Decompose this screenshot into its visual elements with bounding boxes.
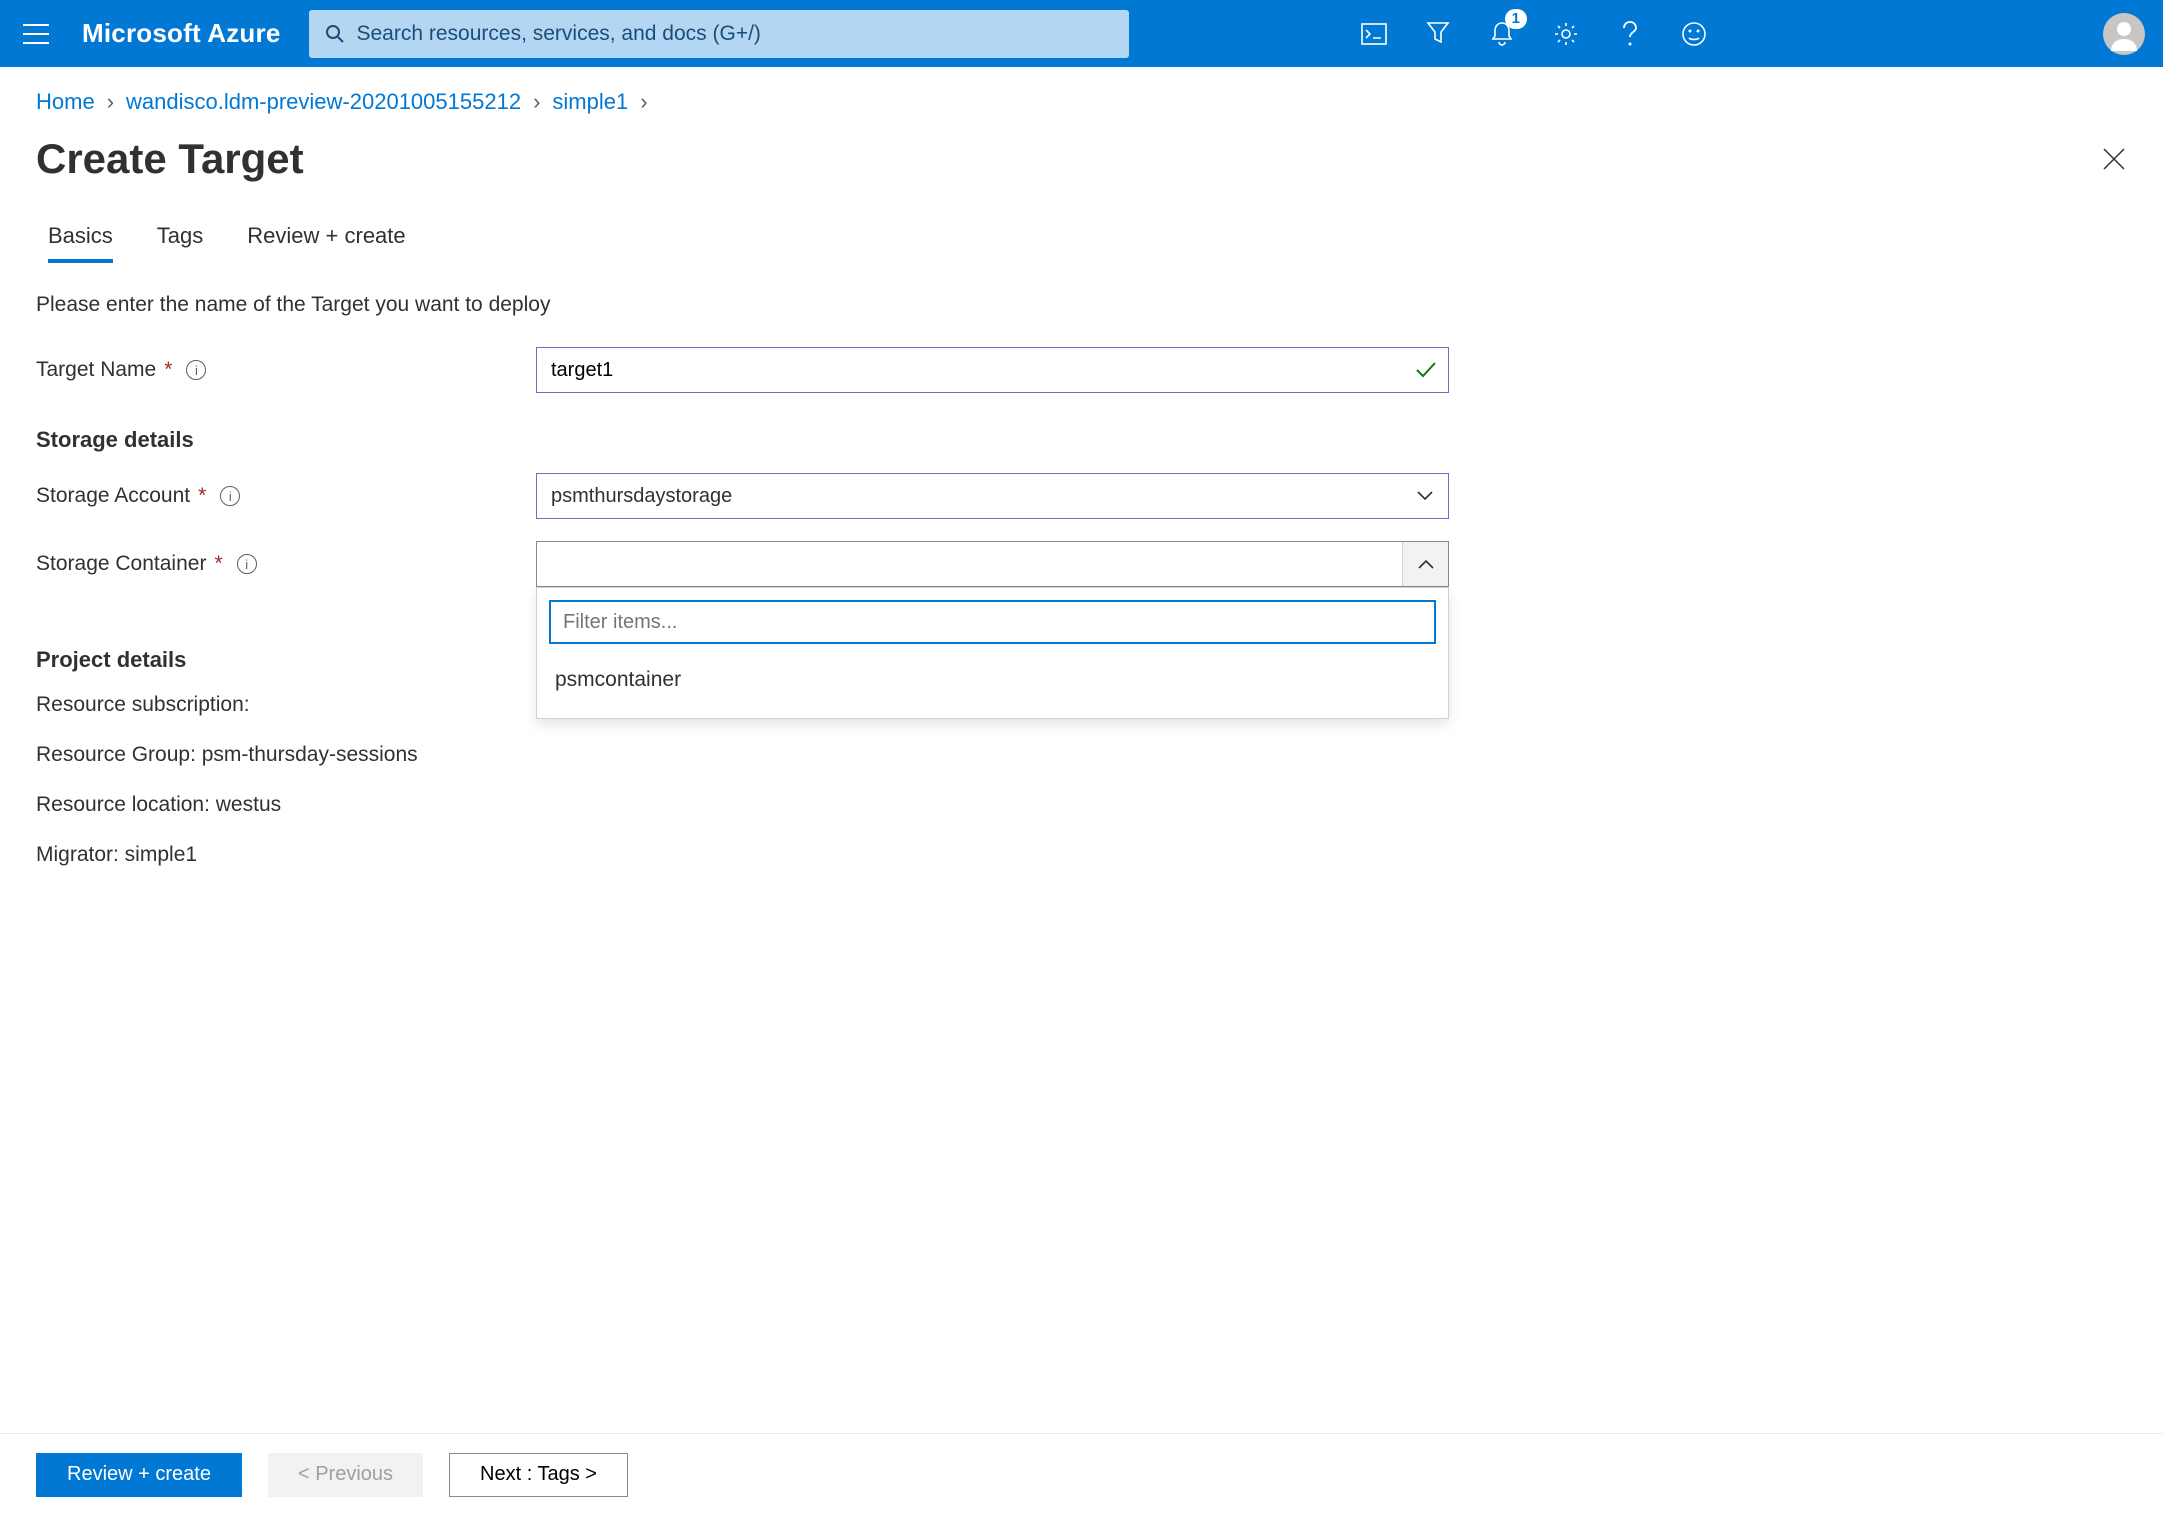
storage-container-label: Storage Container * i [36,552,536,576]
page-title: Create Target [36,135,304,183]
cloud-shell-icon [1361,23,1387,45]
next-button[interactable]: Next : Tags > [449,1453,628,1497]
topbar: Microsoft Azure 1 [0,0,2163,67]
chevron-right-icon: › [107,89,114,115]
search-input[interactable] [357,22,1113,46]
close-icon [2101,146,2127,172]
target-name-row: Target Name * i [36,347,2127,393]
cloud-shell-button[interactable] [1359,19,1389,49]
user-avatar[interactable] [2103,13,2145,55]
info-icon[interactable]: i [237,554,257,574]
notifications-button[interactable]: 1 [1487,19,1517,49]
breadcrumb: Home › wandisco.ldm-preview-202010051552… [0,67,2163,125]
target-name-label: Target Name * i [36,358,536,382]
search-icon [325,24,345,44]
help-button[interactable] [1615,19,1645,49]
target-name-input[interactable] [536,347,1449,393]
chevron-right-icon: › [533,89,540,115]
previous-button: < Previous [268,1453,423,1497]
settings-button[interactable] [1551,19,1581,49]
migrator-line: Migrator: simple1 [36,843,2127,867]
required-indicator: * [198,484,206,508]
storage-container-select[interactable] [536,541,1449,587]
resource-group-line: Resource Group: psm-thursday-sessions [36,743,2127,767]
target-name-input-wrap [536,347,1449,393]
breadcrumb-home[interactable]: Home [36,89,95,115]
storage-account-label: Storage Account * i [36,484,536,508]
global-search[interactable] [309,10,1129,58]
hamburger-icon [23,24,49,44]
feedback-button[interactable] [1679,19,1709,49]
help-icon [1622,20,1638,48]
footer: Review + create < Previous Next : Tags > [0,1433,2163,1515]
nav-hamburger[interactable] [18,16,54,52]
storage-account-select-wrap: psmthursdaystorage [536,473,1449,519]
dropdown-filter-input[interactable] [549,600,1436,644]
storage-details-heading: Storage details [36,427,2127,453]
tab-tags[interactable]: Tags [157,223,203,263]
resource-location-line: Resource location: westus [36,793,2127,817]
dropdown-option-psmcontainer[interactable]: psmcontainer [549,654,1436,706]
page-header: Create Target [0,125,2163,223]
chevron-right-icon: › [640,89,647,115]
chevron-down-icon [1416,490,1434,502]
tab-review-create[interactable]: Review + create [247,223,405,263]
brand-label[interactable]: Microsoft Azure [82,18,281,49]
chevron-up-icon [1417,558,1435,570]
form-content: Please enter the name of the Target you … [0,293,2163,867]
close-button[interactable] [2101,146,2127,172]
review-create-button[interactable]: Review + create [36,1453,242,1497]
tabs: Basics Tags Review + create [0,223,2163,263]
info-icon[interactable]: i [186,360,206,380]
directory-filter-button[interactable] [1423,19,1453,49]
instruction-text: Please enter the name of the Target you … [36,293,2127,317]
required-indicator: * [214,552,222,576]
storage-account-select[interactable]: psmthursdaystorage [536,473,1449,519]
gear-icon [1553,21,1579,47]
storage-account-value: psmthursdaystorage [551,485,732,508]
breadcrumb-simple1[interactable]: simple1 [552,89,628,115]
storage-container-select-wrap: psmcontainer [536,541,1449,587]
storage-account-row: Storage Account * i psmthursdaystorage [36,473,2127,519]
breadcrumb-resource[interactable]: wandisco.ldm-preview-20201005155212 [126,89,521,115]
select-caret[interactable] [1402,542,1448,586]
required-indicator: * [164,358,172,382]
storage-container-dropdown: psmcontainer [536,587,1449,719]
tab-basics[interactable]: Basics [48,223,113,263]
info-icon[interactable]: i [220,486,240,506]
storage-container-row: Storage Container * i psmcontainer [36,541,2127,587]
feedback-icon [1681,21,1707,47]
topbar-right: 1 [1359,13,2145,55]
notification-badge: 1 [1505,9,1527,29]
user-icon [2107,17,2141,51]
filter-icon [1426,21,1450,47]
check-icon [1415,361,1437,379]
